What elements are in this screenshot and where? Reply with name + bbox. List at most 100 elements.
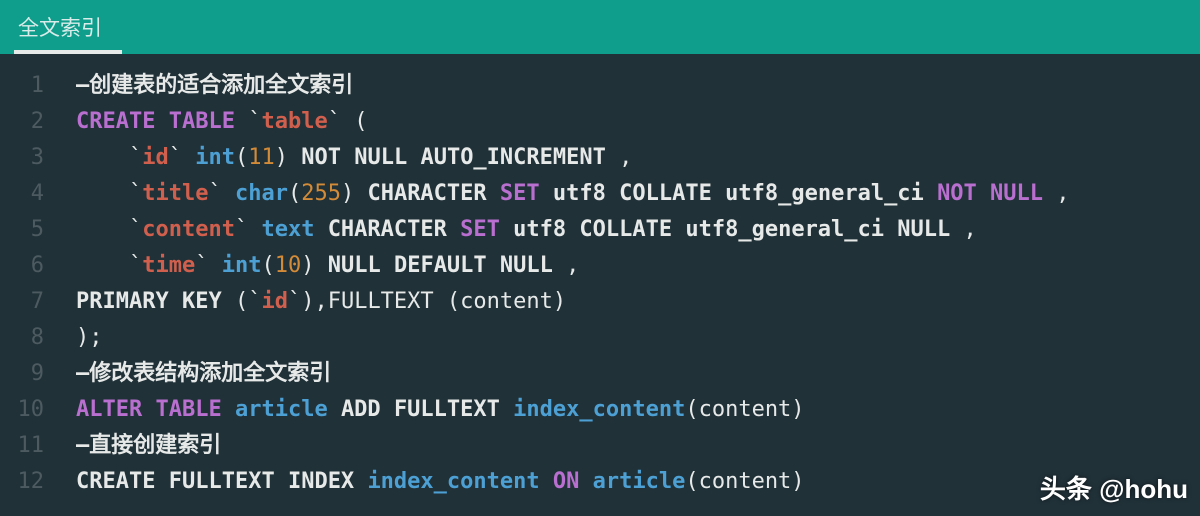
code-token [540,181,553,206]
code-token: time [142,253,195,278]
code-token: PRIMARY [76,289,169,314]
line-number: 9 [0,356,58,392]
code-line: `content` text CHARACTER SET utf8 COLLAT… [76,212,1200,248]
code-token: –创建表的适合添加全文索引 [76,73,353,98]
code-token: ` [195,253,222,278]
code-token: utf8 [553,181,606,206]
code-token: ( [288,181,301,206]
code-token: index_content [367,469,539,494]
code-token: ) [301,253,328,278]
code-editor[interactable]: 123456789101112 –创建表的适合添加全文索引CREATE TABL… [0,54,1200,516]
code-line: `id` int(11) NOT NULL AUTO_INCREMENT , [76,140,1200,176]
code-token: ( [235,145,248,170]
code-token: DEFAULT NULL [394,253,553,278]
code-token: COLLATE [619,181,712,206]
line-number: 11 [0,428,58,464]
code-token: (content) [685,397,804,422]
code-token [314,217,327,242]
line-number-gutter: 123456789101112 [0,54,58,516]
code-token: SET [460,217,500,242]
code-token: CHARACTER [367,181,486,206]
code-token: , [1043,181,1070,206]
code-token: (content) [685,469,804,494]
tab-label: 全文索引 [18,12,102,42]
code-token: FULLTEXT [394,397,500,422]
line-number: 6 [0,248,58,284]
code-token: text [261,217,314,242]
line-number: 10 [0,392,58,428]
watermark: 头条 @hohu [1040,469,1188,506]
code-token: utf8_general_ci [685,217,884,242]
code-token: (` [222,289,262,314]
code-line: `title` char(255) CHARACTER SET utf8 COL… [76,176,1200,212]
code-token: –修改表结构添加全文索引 [76,361,331,386]
code-token [606,181,619,206]
code-token: index_content [513,397,685,422]
code-token: content [142,217,235,242]
code-line: PRIMARY KEY (`id`),FULLTEXT (content) [76,284,1200,320]
code-token [579,469,592,494]
code-token [155,469,168,494]
code-token: AUTO_INCREMENT [420,145,605,170]
code-token: int [195,145,235,170]
code-token: TABLE [169,109,235,134]
code-token: ` [76,145,142,170]
code-token [924,181,937,206]
code-token: ` [76,217,142,242]
code-token: ` ( [328,109,368,134]
line-number: 2 [0,104,58,140]
code-token: FULLTEXT [169,469,275,494]
code-token [381,253,394,278]
code-token: 10 [275,253,302,278]
code-line: CREATE FULLTEXT INDEX index_content ON a… [76,464,1200,500]
code-token: ` [76,181,142,206]
code-token [275,469,288,494]
code-line: –直接创建索引 [76,428,1200,464]
code-token: title [142,181,208,206]
code-token [566,217,579,242]
code-token [540,469,553,494]
code-token [500,217,513,242]
code-token: article [593,469,686,494]
code-token [142,397,155,422]
code-token: ON [553,469,580,494]
tab-bar: 全文索引 [0,0,1200,54]
code-token: ) [275,145,302,170]
code-token [447,217,460,242]
code-content[interactable]: –创建表的适合添加全文索引CREATE TABLE `table` ( `id`… [58,54,1200,516]
code-token: utf8 [513,217,566,242]
code-token [672,217,685,242]
code-token: char [235,181,288,206]
line-number: 5 [0,212,58,248]
code-line: –修改表结构添加全文索引 [76,356,1200,392]
tab-fulltext-index[interactable]: 全文索引 [10,0,118,54]
code-token [381,397,394,422]
line-number: 1 [0,68,58,104]
code-token [407,145,420,170]
code-token: ` [235,109,262,134]
code-line: –创建表的适合添加全文索引 [76,68,1200,104]
code-token: NOT NULL [301,145,407,170]
code-token: 255 [301,181,341,206]
code-token [712,181,725,206]
code-line: ALTER TABLE article ADD FULLTEXT index_c… [76,392,1200,428]
code-token: CHARACTER [328,217,447,242]
code-token: ` [208,181,235,206]
code-token: id [261,289,288,314]
code-token: utf8_general_ci [725,181,924,206]
code-token: ); [76,325,103,350]
code-token: CREATE [76,469,155,494]
code-token: table [261,109,327,134]
code-token: `),FULLTEXT (content) [288,289,566,314]
code-token [487,181,500,206]
code-token: id [142,145,169,170]
code-token: , [950,217,977,242]
code-token: ALTER [76,397,142,422]
line-number: 7 [0,284,58,320]
code-token: –直接创建索引 [76,433,221,458]
code-token [354,469,367,494]
line-number: 3 [0,140,58,176]
code-token: ` [235,217,262,242]
code-token [328,397,341,422]
code-token: TABLE [155,397,221,422]
